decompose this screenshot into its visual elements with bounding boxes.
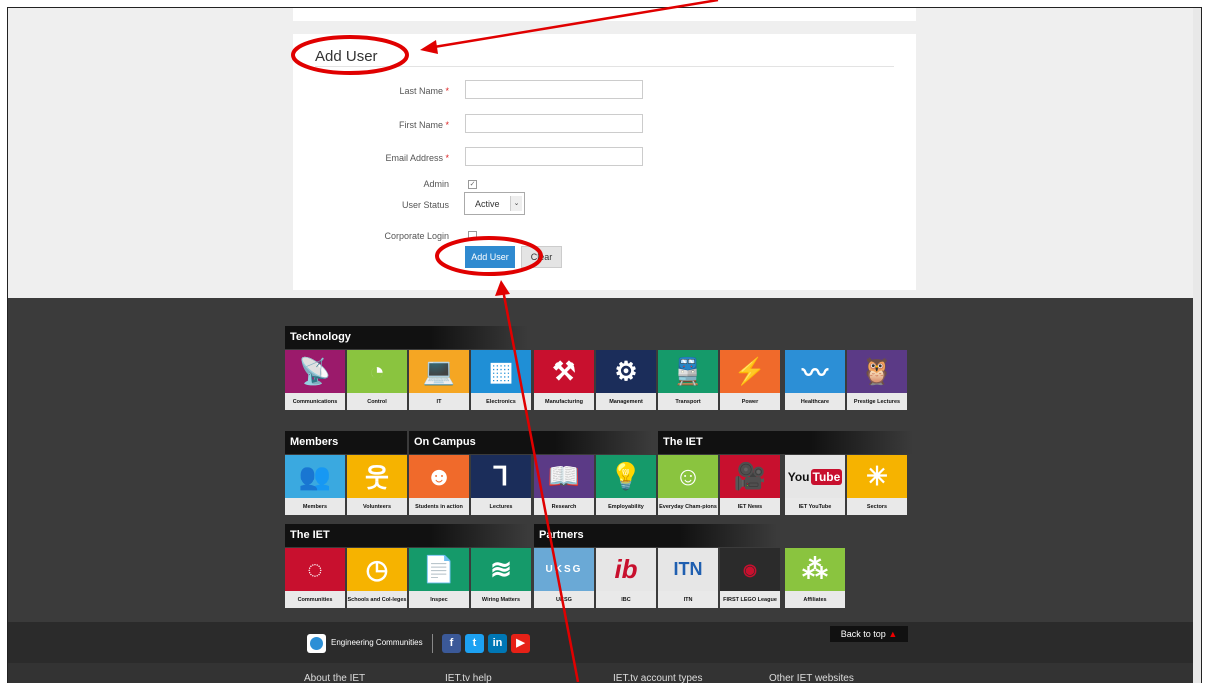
signal-icon: 📡 bbox=[285, 350, 345, 393]
tile-members[interactable]: 👥 Members bbox=[285, 455, 345, 515]
clear-button[interactable]: Clear bbox=[521, 246, 562, 268]
bulb-coil-icon: ≋ bbox=[471, 548, 531, 591]
user-status-value: Active bbox=[475, 199, 500, 209]
tile-iet-news[interactable]: 🎥 IET News bbox=[720, 455, 780, 515]
pylon-icon: ⚡ bbox=[720, 350, 780, 393]
section-members: Members bbox=[285, 431, 407, 454]
section-technology: Technology bbox=[285, 326, 528, 349]
tile-power[interactable]: ⚡ Power bbox=[720, 350, 780, 410]
user-status-label: User Status bbox=[401, 200, 449, 210]
tile-control[interactable]: ◔ Control bbox=[347, 350, 407, 410]
tile-research[interactable]: 📖 Research bbox=[534, 455, 594, 515]
tile-uksg[interactable]: UKSG UKSG bbox=[534, 548, 594, 608]
email-input[interactable] bbox=[465, 147, 643, 166]
engineering-communities-icon[interactable] bbox=[307, 634, 326, 653]
divider bbox=[315, 66, 894, 67]
circle-nodes-icon: ◌ bbox=[285, 548, 345, 591]
tile-manufacturing[interactable]: ⚒ Manufacturing bbox=[534, 350, 594, 410]
first-name-input[interactable] bbox=[465, 114, 643, 133]
first-name-label: First Name * bbox=[398, 120, 449, 130]
itn-logo-icon: ITN bbox=[658, 548, 718, 591]
add-user-button[interactable]: Add User bbox=[465, 246, 515, 268]
email-label: Email Address * bbox=[385, 153, 449, 163]
tile-transport[interactable]: 🚆 Transport bbox=[658, 350, 718, 410]
linkedin-icon[interactable]: in bbox=[488, 634, 507, 653]
tile-communications[interactable]: 📡 Communications bbox=[285, 350, 345, 410]
previous-card bbox=[293, 8, 916, 21]
lego-logo-icon: ◉ bbox=[720, 548, 780, 591]
tile-it[interactable]: 💻 IT bbox=[409, 350, 469, 410]
gear-icon: ⚙ bbox=[596, 350, 656, 393]
chip-icon: ▦ bbox=[471, 350, 531, 393]
owl-icon: 🦉 bbox=[847, 350, 907, 393]
section-on-campus: On Campus bbox=[409, 431, 652, 454]
page-frame: Add User Last Name * First Name * Email … bbox=[7, 7, 1202, 683]
facebook-icon[interactable]: f bbox=[442, 634, 461, 653]
group-icon: 웃 bbox=[347, 455, 407, 498]
form-title: Add User bbox=[315, 48, 378, 65]
youtube-logo-icon: You Tube bbox=[785, 455, 845, 498]
tile-healthcare[interactable]: 〰 Healthcare bbox=[785, 350, 845, 410]
team-icon: ⁂ bbox=[785, 548, 845, 591]
tile-first-lego-league[interactable]: ◉ FIRST LEGO League bbox=[720, 548, 780, 608]
tile-schools-and-colleges[interactable]: ◷ Schools and Col-leges bbox=[347, 548, 407, 608]
tile-management[interactable]: ⚙ Management bbox=[596, 350, 656, 410]
uksg-logo-icon: UKSG bbox=[534, 548, 594, 591]
gauge-icon: ◔ bbox=[347, 350, 407, 393]
chevron-down-icon: ⌄ bbox=[510, 196, 522, 211]
section-the-iet: The IET bbox=[658, 431, 913, 454]
lightbulb-icon: 💡 bbox=[596, 455, 656, 498]
laptop-icon: 💻 bbox=[409, 350, 469, 393]
section-partners: Partners bbox=[534, 524, 777, 547]
corporate-login-label: Corporate Login bbox=[384, 231, 449, 241]
people-icon: 👥 bbox=[285, 455, 345, 498]
tile-inspec[interactable]: 📄 Inspec bbox=[409, 548, 469, 608]
robot-arm-icon: ⚒ bbox=[534, 350, 594, 393]
tile-electronics[interactable]: ▦ Electronics bbox=[471, 350, 531, 410]
admin-checkbox[interactable]: ✓ bbox=[468, 180, 477, 189]
section-the-iet-2: The IET bbox=[285, 524, 528, 547]
tile-wiring-matters[interactable]: ≋ Wiring Matters bbox=[471, 548, 531, 608]
youtube-icon[interactable]: ▶ bbox=[511, 634, 530, 653]
network-icon: ✳ bbox=[847, 455, 907, 498]
caret-up-icon: ▲ bbox=[888, 629, 898, 639]
cheer-icon: ☺ bbox=[658, 455, 718, 498]
book-icon: 📖 bbox=[534, 455, 594, 498]
tile-itn[interactable]: ITN ITN bbox=[658, 548, 718, 608]
add-user-form: Add User Last Name * First Name * Email … bbox=[293, 34, 916, 290]
tile-affiliates[interactable]: ⁂ Affiliates bbox=[785, 548, 845, 608]
tile-lectures[interactable]: Ꞁ Lectures bbox=[471, 455, 531, 515]
engineering-communities-link[interactable]: Engineering Communities bbox=[331, 638, 423, 647]
scrollbar[interactable] bbox=[1193, 8, 1201, 683]
footer: Technology 📡 Communications ◔ Control 💻 IT … bbox=[8, 298, 1201, 683]
tile-sectors[interactable]: ✳ Sectors bbox=[847, 455, 907, 515]
train-icon: 🚆 bbox=[658, 350, 718, 393]
ibc-logo-icon: ib bbox=[596, 548, 656, 591]
tile-everyday-champions[interactable]: ☺ Everyday Cham-pions bbox=[658, 455, 718, 515]
corporate-login-checkbox[interactable] bbox=[468, 231, 477, 240]
admin-label: Admin bbox=[423, 179, 449, 189]
tile-communities[interactable]: ◌ Communities bbox=[285, 548, 345, 608]
tile-employability[interactable]: 💡 Employability bbox=[596, 455, 656, 515]
tile-prestige-lectures[interactable]: 🦉 Prestige Lectures bbox=[847, 350, 907, 410]
user-status-select[interactable]: Active ⌄ bbox=[464, 192, 525, 215]
document-icon: 📄 bbox=[409, 548, 469, 591]
footer-nav: About the IET IET.tv help IET.tv account… bbox=[8, 663, 1201, 683]
footer-social-bar: Back to top ▲ Engineering Communities f … bbox=[8, 622, 1201, 663]
clock-icon: ◷ bbox=[347, 548, 407, 591]
divider bbox=[432, 634, 433, 653]
heartbeat-icon: 〰 bbox=[785, 350, 845, 393]
last-name-input[interactable] bbox=[465, 80, 643, 99]
tile-volunteers[interactable]: 웃 Volunteers bbox=[347, 455, 407, 515]
tile-students-in-action[interactable]: ☻ Students in action bbox=[409, 455, 469, 515]
smiley-icon: ☻ bbox=[409, 455, 469, 498]
tile-ibc[interactable]: ib IBC bbox=[596, 548, 656, 608]
last-name-label: Last Name * bbox=[399, 86, 449, 96]
twitter-icon[interactable]: t bbox=[465, 634, 484, 653]
video-camera-icon: 🎥 bbox=[720, 455, 780, 498]
back-to-top-link[interactable]: Back to top ▲ bbox=[830, 626, 908, 642]
lectern-icon: Ꞁ bbox=[471, 455, 531, 498]
tile-iet-youtube[interactable]: You Tube IET YouTube bbox=[785, 455, 845, 515]
